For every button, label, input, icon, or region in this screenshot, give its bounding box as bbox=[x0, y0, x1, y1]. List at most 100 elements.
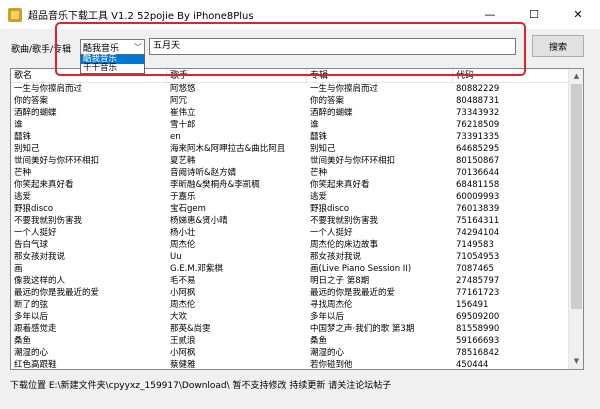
song-code: 450444 bbox=[456, 360, 489, 370]
table-row[interactable]: 你笑起来真好看 李昕融&樊桐舟&李凯稠 你笑起来真好看 68481158 bbox=[11, 179, 583, 191]
table-row[interactable]: 像我这样的人 毛不易 明日之子 第8期 27485797 bbox=[11, 275, 583, 287]
song-code: 69509200 bbox=[456, 312, 500, 322]
scroll-thumb[interactable] bbox=[571, 84, 582, 309]
close-button[interactable]: ✕ bbox=[556, 0, 600, 29]
table-row[interactable]: 囍铢 en 囍铢 73391335 bbox=[11, 131, 583, 143]
table-row[interactable]: 多年以后 大欢 多年以后 69509200 bbox=[11, 311, 583, 323]
column-header-artist[interactable]: 歌手 bbox=[167, 69, 307, 82]
minimize-button[interactable]: — bbox=[468, 0, 512, 29]
song-code: 77161723 bbox=[456, 288, 500, 298]
song-album: 野狼disco bbox=[310, 204, 350, 214]
song-album: 一个人挺好 bbox=[310, 228, 353, 238]
results-table: 歌名 歌手 专辑 代码 一生与你擦肩而过 阿悠悠 一生与你擦肩而过 80882229 你… bbox=[10, 68, 584, 370]
song-artist: 周杰伦 bbox=[170, 300, 196, 310]
table-row[interactable]: 逃爱 于嘉乐 逃爱 60009993 bbox=[11, 191, 583, 203]
song-code: 59166693 bbox=[456, 336, 500, 346]
song-artist: 阿悠悠 bbox=[170, 84, 196, 94]
column-header-album[interactable]: 专辑 bbox=[307, 69, 453, 82]
song-code: 75164311 bbox=[456, 216, 500, 226]
table-row[interactable]: 谁 雪十郎 谁 76218509 bbox=[11, 119, 583, 131]
window-controls: — ☐ ✕ bbox=[468, 0, 600, 29]
song-artist: 王贰浪 bbox=[170, 336, 196, 346]
table-row[interactable]: 桑鱼 王贰浪 桑鱼 59166693 bbox=[11, 335, 583, 347]
column-header-code[interactable]: 代码 bbox=[453, 69, 569, 82]
song-code: 80882229 bbox=[456, 84, 500, 94]
song-artist: 毛不易 bbox=[170, 276, 196, 286]
song-code: 78516842 bbox=[456, 348, 500, 358]
song-album: 你笑起来真好看 bbox=[310, 180, 370, 190]
table-row[interactable]: 一个人挺好 杨小壮 一个人挺好 74294104 bbox=[11, 227, 583, 239]
song-album: 别知己 bbox=[310, 144, 336, 154]
source-option-qianqian[interactable]: 千千音乐 bbox=[81, 64, 144, 73]
song-artist: 于嘉乐 bbox=[170, 192, 196, 202]
song-title: 一生与你擦肩而过 bbox=[14, 84, 83, 94]
song-album: 潮湿的心 bbox=[310, 348, 345, 358]
source-select[interactable]: 酷我音乐 ﹀ bbox=[80, 39, 145, 55]
song-title: 最远的你是我最近的爱 bbox=[14, 288, 100, 298]
song-title: 那女孩对我说 bbox=[14, 252, 66, 262]
scroll-down-icon[interactable]: ▼ bbox=[569, 354, 583, 369]
table-body: 一生与你擦肩而过 阿悠悠 一生与你擦肩而过 80882229 你的答案 阿冗 你的答案 804… bbox=[11, 83, 583, 370]
song-artist: 大欢 bbox=[170, 312, 188, 322]
song-title: 谁 bbox=[14, 120, 23, 130]
table-row[interactable]: 野狼disco 宝石gem 野狼disco 76013839 bbox=[11, 203, 583, 215]
song-artist: Uu bbox=[170, 252, 182, 262]
song-title: 别知己 bbox=[14, 144, 40, 154]
table-row[interactable]: 不要我就别伤害我 杨娣惠&贤小晴 不要我就别伤害我 75164311 bbox=[11, 215, 583, 227]
song-code: 76013839 bbox=[456, 204, 500, 214]
source-select-value: 酷我音乐 bbox=[83, 43, 120, 54]
song-title: 芒种 bbox=[14, 168, 32, 178]
table-row[interactable]: 你的答案 阿冗 你的答案 80488731 bbox=[11, 95, 583, 107]
table-row[interactable]: 别知己 海来阿木&阿呷拉古&曲比阿且 别知己 64685295 bbox=[11, 143, 583, 155]
song-artist: 海来阿木&阿呷拉古&曲比阿且 bbox=[170, 144, 286, 154]
table-row[interactable]: 画 G.E.M.邓紫棋 画(Live Piano Session II) 708746… bbox=[11, 263, 583, 275]
song-title: 逃爱 bbox=[14, 192, 32, 202]
app-icon bbox=[8, 7, 22, 22]
table-row[interactable]: 跟着感觉走 那英&尚雯 中国梦之声·我们的歌 第3期 81558990 bbox=[11, 323, 583, 335]
table-row[interactable]: 那女孩对我说 Uu 那女孩对我说 71054953 bbox=[11, 251, 583, 263]
song-title: 野狼disco bbox=[14, 204, 54, 214]
song-code: 80150867 bbox=[456, 156, 500, 166]
source-dropdown: 酷我音乐 千千音乐 bbox=[80, 54, 145, 74]
song-code: 70136644 bbox=[456, 168, 500, 178]
table-row[interactable]: 告白气球 周杰伦 周杰伦的床边故事 7149583 bbox=[11, 239, 583, 251]
song-album: 酒醉的蝴蝶 bbox=[310, 108, 353, 118]
table-row[interactable]: 酒醉的蝴蝶 崔伟立 酒醉的蝴蝶 73343932 bbox=[11, 107, 583, 119]
song-code: 7149583 bbox=[456, 240, 494, 250]
song-artist: 雪十郎 bbox=[170, 120, 196, 130]
song-title: 世间美好与你环环相扣 bbox=[14, 156, 100, 166]
song-album: 画(Live Piano Session II) bbox=[310, 264, 412, 274]
vertical-scrollbar[interactable]: ▲ ▼ bbox=[568, 69, 583, 369]
song-artist: 杨娣惠&贤小晴 bbox=[170, 216, 228, 226]
song-artist: 宝石gem bbox=[170, 204, 206, 214]
song-code: 74294104 bbox=[456, 228, 500, 238]
song-code: 81558990 bbox=[456, 324, 500, 334]
table-row[interactable]: 潮湿的心 小阿枫 潮湿的心 78516842 bbox=[11, 347, 583, 359]
song-title: 一个人挺好 bbox=[14, 228, 57, 238]
table-row[interactable]: 世间美好与你环环相扣 夏艺韩 世间美好与你环环相扣 80150867 bbox=[11, 155, 583, 167]
search-input[interactable]: 五月天 bbox=[149, 38, 516, 55]
maximize-button[interactable]: ☐ bbox=[512, 0, 556, 29]
search-type-label: 歌曲/歌手/专辑 bbox=[11, 45, 72, 55]
song-title: 潮湿的心 bbox=[14, 348, 49, 358]
song-title: 不要我就别伤害我 bbox=[14, 216, 83, 226]
song-code: 73343932 bbox=[456, 108, 500, 118]
table-row[interactable]: 断了的弦 周杰伦 寻找周杰伦 156491 bbox=[11, 299, 583, 311]
song-title: 画 bbox=[14, 264, 23, 274]
song-album: 你的答案 bbox=[310, 96, 345, 106]
song-code: 27485797 bbox=[456, 276, 500, 286]
song-artist: en bbox=[170, 132, 181, 142]
search-button[interactable]: 搜索 bbox=[532, 35, 584, 57]
table-row[interactable]: 一生与你擦肩而过 阿悠悠 一生与你擦肩而过 80882229 bbox=[11, 83, 583, 95]
song-album: 囍铢 bbox=[310, 132, 328, 142]
table-row[interactable]: 红色高跟鞋 蔡健雅 若你碰到他 450444 bbox=[11, 359, 583, 370]
song-title: 酒醉的蝴蝶 bbox=[14, 108, 57, 118]
song-code: 76218509 bbox=[456, 120, 500, 130]
song-album: 寻找周杰伦 bbox=[310, 300, 353, 310]
chevron-down-icon[interactable]: ﹀ bbox=[132, 42, 144, 53]
song-artist: 小阿枫 bbox=[170, 348, 196, 358]
scroll-up-icon[interactable]: ▲ bbox=[569, 69, 583, 84]
table-row[interactable]: 芒种 音阙诗听&赵方婧 芒种 70136644 bbox=[11, 167, 583, 179]
song-album: 若你碰到他 bbox=[310, 360, 353, 370]
table-row[interactable]: 最远的你是我最近的爱 小阿枫 最远的你是我最近的爱 77161723 bbox=[11, 287, 583, 299]
